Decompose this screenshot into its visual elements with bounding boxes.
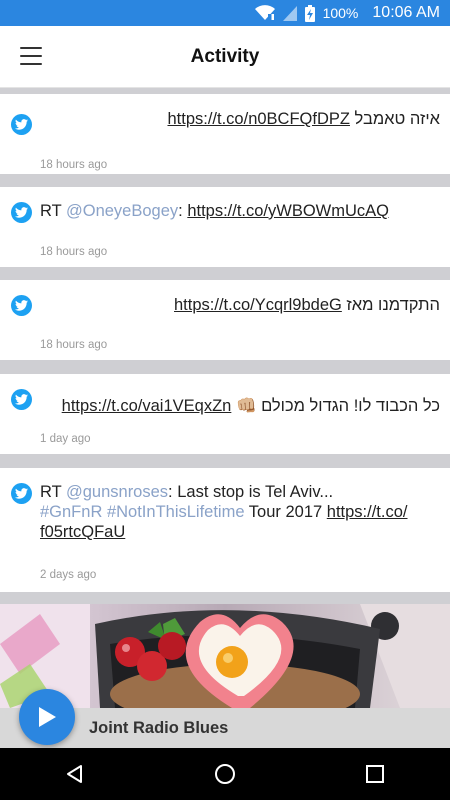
signal-icon (282, 5, 297, 21)
twitter-icon (11, 202, 32, 223)
tweet-text: התקדמנו מאז https://t.co/Ycqrl9bdeG (40, 295, 440, 315)
tweet-timestamp: 1 day ago (40, 433, 91, 445)
tweet-mention[interactable]: @OneyeBogey (66, 202, 178, 220)
battery-level: 100% (322, 5, 359, 21)
play-button[interactable] (19, 689, 75, 745)
system-nav-bar (0, 748, 450, 800)
retweet-prefix: RT (40, 202, 66, 220)
retweet-prefix: RT (40, 483, 66, 501)
tweet-hashtag[interactable]: #NotInThisLifetime (107, 503, 245, 521)
back-icon[interactable] (45, 754, 105, 794)
tweet-text: RT @gunsnroses: Last stop is Tel Aviv...… (40, 482, 440, 542)
now-playing-title: Joint Radio Blues (89, 718, 229, 737)
fist-bump-emoji: 👊🏼 (235, 397, 257, 415)
tweet-mention[interactable]: @gunsnroses (66, 483, 168, 501)
tweet-card: כל הכבוד לו! הגדול מכולם 👊🏼 https://t.co… (0, 374, 450, 454)
tweet-timestamp: 18 hours ago (40, 159, 108, 171)
tweet-separator: : (178, 202, 188, 220)
tweet-link[interactable]: https://t.co/Ycqrl9bdeG (174, 296, 342, 314)
twitter-icon (11, 114, 32, 135)
twitter-icon (11, 389, 32, 410)
play-icon (39, 707, 56, 727)
tweet-card: התקדמנו מאז https://t.co/Ycqrl9bdeG 18 h… (0, 280, 450, 360)
clock: 10:06 AM (372, 4, 440, 21)
page-title: Activity (190, 45, 260, 67)
tweet-body: Tour 2017 (244, 503, 327, 521)
app-bar: Activity (0, 26, 450, 88)
tweet-timestamp: 2 days ago (40, 569, 97, 581)
status-bar: 100% 10:06 AM (0, 0, 450, 26)
tweet-card: איזה טאמבל https://t.co/n0BCFQfDPZ 18 ho… (0, 94, 450, 174)
tweet-text: RT @OneyeBogey: https://t.co/yWBOWmUcAQ (40, 201, 440, 221)
tweet-body: כל הכבוד לו! הגדול מכולם (256, 397, 440, 415)
tweet-text: כל הכבוד לו! הגדול מכולם 👊🏼 https://t.co… (40, 396, 440, 416)
twitter-icon (11, 295, 32, 316)
tweet-link[interactable]: https://t.co/vai1VEqxZn (62, 397, 232, 415)
tweet-timestamp: 18 hours ago (40, 246, 108, 258)
tweet-body: : Last stop is Tel Aviv... (168, 483, 334, 501)
tweet-body: התקדמנו מאז (341, 296, 440, 314)
home-icon[interactable] (195, 754, 255, 794)
tweet-text: איזה טאמבל https://t.co/n0BCFQfDPZ (40, 109, 440, 129)
activity-feed[interactable]: איזה טאמבל https://t.co/n0BCFQfDPZ 18 ho… (0, 88, 450, 708)
twitter-icon (11, 483, 32, 504)
battery-charging-icon (304, 4, 315, 22)
tweet-link[interactable]: https://t.co/ (327, 503, 408, 521)
tweet-hashtag[interactable]: #GnFnR (40, 503, 102, 521)
tweet-card: RT @gunsnroses: Last stop is Tel Aviv...… (0, 468, 450, 592)
tweet-timestamp: 18 hours ago (40, 339, 108, 351)
wifi-icon (254, 5, 275, 21)
tweet-link[interactable]: https://t.co/yWBOWmUcAQ (187, 202, 389, 220)
tweet-link[interactable]: https://t.co/n0BCFQfDPZ (167, 110, 349, 128)
tweet-card: RT @OneyeBogey: https://t.co/yWBOWmUcAQ … (0, 187, 450, 267)
tweet-body: איזה טאמבל (349, 110, 440, 128)
tweet-link[interactable]: f05rtcQFaU (40, 523, 125, 541)
post-image[interactable] (0, 604, 450, 708)
recents-icon[interactable] (345, 754, 405, 794)
hamburger-menu-icon[interactable] (20, 47, 42, 65)
